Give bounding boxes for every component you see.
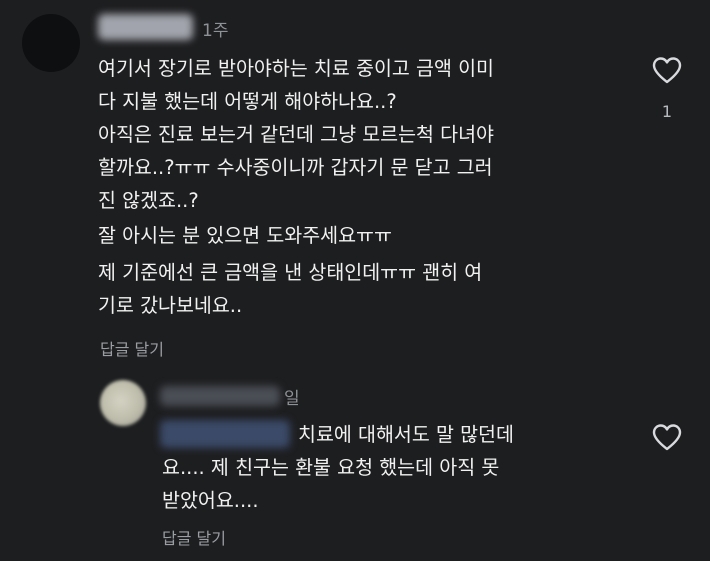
comment-paragraph-2: 아직은 진료 보는거 같던데 그냥 모르는척 다녀야 할까요..?ㅠㅠ 수사중이… (98, 123, 494, 212)
commenter-avatar[interactable] (22, 14, 80, 72)
comment-paragraph-4: 제 기준에선 큰 금액을 낸 상태인데ㅠㅠ 괜히 여 기로 갔나보네요.. (98, 261, 483, 317)
reply-username-blurred[interactable] (160, 386, 280, 406)
commenter-username-blurred[interactable] (98, 14, 193, 40)
comment-paragraph-3: 잘 아시는 분 있으면 도와주세요ㅠㅠ (98, 224, 392, 247)
reply-button[interactable]: 답글 달기 (100, 336, 164, 360)
heart-outline-icon[interactable] (651, 56, 683, 84)
reply-text-continued: 요.... 제 친구는 환불 요청 했는데 아직 못 받았어요.... (162, 456, 500, 512)
reply-time: 일 (284, 389, 300, 409)
reply-text-first: 치료에 대해서도 말 많던데 (298, 423, 514, 446)
reply-reply-button[interactable]: 답글 달기 (162, 525, 226, 549)
reply-heart-outline-icon[interactable] (651, 423, 683, 451)
comment-paragraph-1: 여기서 장기로 받아야하는 치료 중이고 금액 이미 다 지불 했는데 어떻게 … (98, 57, 494, 113)
reply-avatar[interactable] (100, 380, 146, 426)
reply-text-line-1: 치료에 대해서도 말 많던데 (298, 418, 514, 451)
mention-blurred[interactable] (160, 420, 290, 448)
like-count: 1 (661, 102, 673, 121)
reply-text-rest: 요.... 제 친구는 환불 요청 했는데 아직 못 받았어요.... (162, 451, 499, 517)
comment-time: 1주 (202, 21, 229, 41)
